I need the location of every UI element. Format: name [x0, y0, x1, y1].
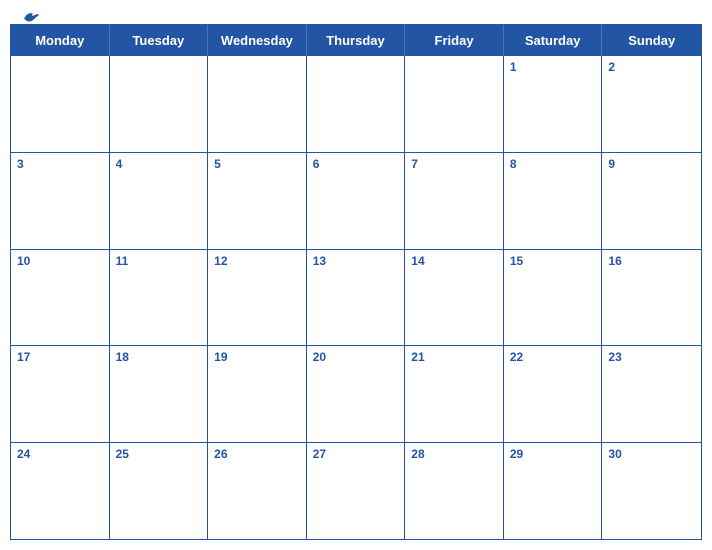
- day-cell: 30: [602, 443, 701, 539]
- day-header-sunday: Sunday: [602, 25, 701, 56]
- day-cell: 26: [208, 443, 307, 539]
- day-number: 24: [17, 447, 103, 461]
- day-header-thursday: Thursday: [307, 25, 406, 56]
- day-number: 20: [313, 350, 399, 364]
- day-cell: 20: [307, 346, 406, 442]
- day-cell: 14: [405, 250, 504, 346]
- day-number: 2: [608, 60, 695, 74]
- day-cell: 24: [11, 443, 110, 539]
- day-number: 15: [510, 254, 596, 268]
- day-cell: 5: [208, 153, 307, 249]
- day-cell: [110, 56, 209, 152]
- day-cell: 1: [504, 56, 603, 152]
- week-row-5: 24 25 26 27 28 29 30: [11, 443, 701, 539]
- day-header-tuesday: Tuesday: [110, 25, 209, 56]
- day-cell: 9: [602, 153, 701, 249]
- day-cell: 19: [208, 346, 307, 442]
- day-number: 17: [17, 350, 103, 364]
- day-cell: 11: [110, 250, 209, 346]
- day-number: 29: [510, 447, 596, 461]
- calendar-header: [0, 0, 712, 24]
- day-header-friday: Friday: [405, 25, 504, 56]
- day-cell: [405, 56, 504, 152]
- day-cell: 4: [110, 153, 209, 249]
- day-cell: 16: [602, 250, 701, 346]
- week-row-3: 10 11 12 13 14 15 16: [11, 250, 701, 347]
- day-number: 5: [214, 157, 300, 171]
- week-row-2: 3456789: [11, 153, 701, 250]
- day-number: 4: [116, 157, 202, 171]
- day-cell: 3: [11, 153, 110, 249]
- logo: [20, 10, 40, 24]
- day-number: 3: [17, 157, 103, 171]
- day-number: 14: [411, 254, 497, 268]
- day-header-monday: Monday: [11, 25, 110, 56]
- day-header-saturday: Saturday: [504, 25, 603, 56]
- day-number: 21: [411, 350, 497, 364]
- day-number: 28: [411, 447, 497, 461]
- day-number: 12: [214, 254, 300, 268]
- day-number: 13: [313, 254, 399, 268]
- calendar-grid: MondayTuesdayWednesdayThursdayFridaySatu…: [10, 24, 702, 540]
- day-cell: 2: [602, 56, 701, 152]
- day-cell: 15: [504, 250, 603, 346]
- day-number: 27: [313, 447, 399, 461]
- day-cell: 10: [11, 250, 110, 346]
- day-cell: 25: [110, 443, 209, 539]
- day-cell: 21: [405, 346, 504, 442]
- day-cell: [11, 56, 110, 152]
- day-number: 23: [608, 350, 695, 364]
- day-cell: 23: [602, 346, 701, 442]
- day-cell: 8: [504, 153, 603, 249]
- week-row-1: 12: [11, 56, 701, 153]
- day-headers-row: MondayTuesdayWednesdayThursdayFridaySatu…: [11, 25, 701, 56]
- day-number: 7: [411, 157, 497, 171]
- day-cell: 12: [208, 250, 307, 346]
- day-number: 16: [608, 254, 695, 268]
- logo-bird-icon: [22, 10, 40, 24]
- day-number: 22: [510, 350, 596, 364]
- day-header-wednesday: Wednesday: [208, 25, 307, 56]
- day-number: 25: [116, 447, 202, 461]
- week-row-4: 17 18 19 20 21 22 23: [11, 346, 701, 443]
- day-number: 9: [608, 157, 695, 171]
- day-number: 1: [510, 60, 596, 74]
- day-number: 6: [313, 157, 399, 171]
- day-cell: 22: [504, 346, 603, 442]
- day-number: 19: [214, 350, 300, 364]
- day-number: 26: [214, 447, 300, 461]
- day-cell: 29: [504, 443, 603, 539]
- day-number: 10: [17, 254, 103, 268]
- day-cell: [208, 56, 307, 152]
- day-cell: 13: [307, 250, 406, 346]
- day-number: 18: [116, 350, 202, 364]
- day-number: 30: [608, 447, 695, 461]
- day-cell: [307, 56, 406, 152]
- day-cell: 6: [307, 153, 406, 249]
- weeks-container: 1234567891011121314151617181920212223242…: [11, 56, 701, 539]
- day-cell: 7: [405, 153, 504, 249]
- day-cell: 27: [307, 443, 406, 539]
- day-number: 8: [510, 157, 596, 171]
- logo-blue-text: [20, 10, 40, 24]
- day-cell: 28: [405, 443, 504, 539]
- day-cell: 18: [110, 346, 209, 442]
- day-number: 11: [116, 254, 202, 268]
- day-cell: 17: [11, 346, 110, 442]
